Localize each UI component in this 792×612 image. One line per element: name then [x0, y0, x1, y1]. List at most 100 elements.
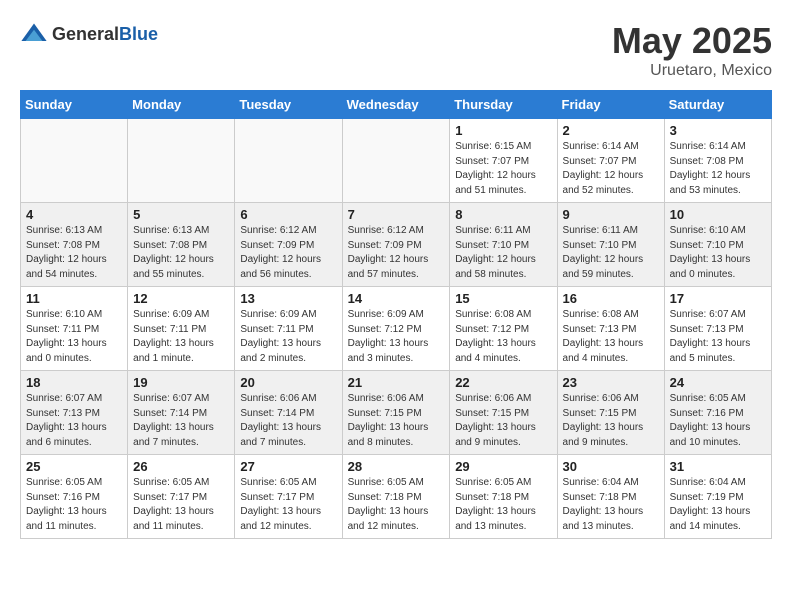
- day-number: 20: [240, 375, 336, 390]
- calendar-day-cell: 30Sunrise: 6:04 AM Sunset: 7:18 PM Dayli…: [557, 455, 664, 539]
- calendar-day-cell: [128, 119, 235, 203]
- weekday-header-friday: Friday: [557, 91, 664, 119]
- day-info: Sunrise: 6:10 AM Sunset: 7:11 PM Dayligh…: [26, 308, 122, 366]
- day-info: Sunrise: 6:09 AM Sunset: 7:11 PM Dayligh…: [133, 308, 229, 366]
- day-info: Sunrise: 6:05 AM Sunset: 7:16 PM Dayligh…: [26, 476, 122, 534]
- calendar-day-cell: 22 Sunrise: 6:06 AM Sunset: 7:15 PM Dayli…: [450, 371, 557, 455]
- calendar-day-cell: 31Sunrise: 6:04 AM Sunset: 7:19 PM Dayli…: [664, 455, 771, 539]
- day-info: Sunrise: 6:06 AM Sunset: 7:14 PM Dayligh…: [240, 392, 336, 450]
- day-info: Sunrise: 6:08 AM Sunset: 7:12 PM Dayligh…: [455, 308, 551, 366]
- day-info: Sunrise: 6:06 AM Sunset: 7:15 PM Dayligh…: [348, 392, 445, 450]
- day-info: Sunrise: 6:07 AM Sunset: 7:13 PM Dayligh…: [670, 308, 766, 366]
- calendar-day-cell: 19Sunrise: 6:07 AM Sunset: 7:14 PM Dayli…: [128, 371, 235, 455]
- day-number: 16: [563, 291, 659, 306]
- calendar-week-row: 18Sunrise: 6:07 AM Sunset: 7:13 PM Dayli…: [21, 371, 772, 455]
- day-number: 30: [563, 459, 659, 474]
- calendar-day-cell: 25 Sunrise: 6:05 AM Sunset: 7:16 PM Dayli…: [21, 455, 128, 539]
- day-info: Sunrise: 6:05 AM Sunset: 7:17 PM Dayligh…: [240, 476, 336, 534]
- day-info: Sunrise: 6:13 AM Sunset: 7:08 PM Dayligh…: [26, 224, 122, 282]
- calendar-day-cell: 17Sunrise: 6:07 AM Sunset: 7:13 PM Dayli…: [664, 287, 771, 371]
- calendar-week-row: 25 Sunrise: 6:05 AM Sunset: 7:16 PM Dayli…: [21, 455, 772, 539]
- calendar-day-cell: 16 Sunrise: 6:08 AM Sunset: 7:13 PM Dayli…: [557, 287, 664, 371]
- calendar-day-cell: 3Sunrise: 6:14 AM Sunset: 7:08 PM Daylig…: [664, 119, 771, 203]
- day-number: 1: [455, 123, 551, 138]
- day-info: Sunrise: 6:15 AM Sunset: 7:07 PM Dayligh…: [455, 140, 551, 198]
- day-number: 9: [563, 207, 659, 222]
- title-block: May 2025 Uruetaro, Mexico: [612, 20, 772, 80]
- day-number: 12: [133, 291, 229, 306]
- weekday-header-saturday: Saturday: [664, 91, 771, 119]
- calendar-day-cell: [21, 119, 128, 203]
- weekday-header-wednesday: Wednesday: [342, 91, 450, 119]
- weekday-header-thursday: Thursday: [450, 91, 557, 119]
- weekday-header-monday: Monday: [128, 91, 235, 119]
- calendar-day-cell: 9 Sunrise: 6:11 AM Sunset: 7:10 PM Daylig…: [557, 203, 664, 287]
- calendar-day-cell: 26 Sunrise: 6:05 AM Sunset: 7:17 PM Dayli…: [128, 455, 235, 539]
- calendar-day-cell: 24Sunrise: 6:05 AM Sunset: 7:16 PM Dayli…: [664, 371, 771, 455]
- day-number: 4: [26, 207, 122, 222]
- calendar-day-cell: 4 Sunrise: 6:13 AM Sunset: 7:08 PM Daylig…: [21, 203, 128, 287]
- calendar-day-cell: 8Sunrise: 6:11 AM Sunset: 7:10 PM Daylig…: [450, 203, 557, 287]
- calendar-day-cell: 14 Sunrise: 6:09 AM Sunset: 7:12 PM Dayli…: [342, 287, 450, 371]
- calendar-day-cell: 18Sunrise: 6:07 AM Sunset: 7:13 PM Dayli…: [21, 371, 128, 455]
- calendar-day-cell: 21 Sunrise: 6:06 AM Sunset: 7:15 PM Dayli…: [342, 371, 450, 455]
- calendar-day-cell: 7Sunrise: 6:12 AM Sunset: 7:09 PM Daylig…: [342, 203, 450, 287]
- calendar-day-cell: 20 Sunrise: 6:06 AM Sunset: 7:14 PM Dayli…: [235, 371, 342, 455]
- day-info: Sunrise: 6:05 AM Sunset: 7:18 PM Dayligh…: [348, 476, 445, 534]
- logo-icon: [20, 20, 48, 48]
- weekday-header-tuesday: Tuesday: [235, 91, 342, 119]
- day-number: 7: [348, 207, 445, 222]
- calendar-table: SundayMondayTuesdayWednesdayThursdayFrid…: [20, 90, 772, 539]
- calendar-day-cell: 15 Sunrise: 6:08 AM Sunset: 7:12 PM Dayli…: [450, 287, 557, 371]
- calendar-day-cell: 2 Sunrise: 6:14 AM Sunset: 7:07 PM Daylig…: [557, 119, 664, 203]
- day-info: Sunrise: 6:09 AM Sunset: 7:11 PM Dayligh…: [240, 308, 336, 366]
- calendar-day-cell: [235, 119, 342, 203]
- day-number: 28: [348, 459, 445, 474]
- day-number: 2: [563, 123, 659, 138]
- calendar-day-cell: 6 Sunrise: 6:12 AM Sunset: 7:09 PM Daylig…: [235, 203, 342, 287]
- calendar-day-cell: 29 Sunrise: 6:05 AM Sunset: 7:18 PM Dayli…: [450, 455, 557, 539]
- day-number: 31: [670, 459, 766, 474]
- day-number: 15: [455, 291, 551, 306]
- logo-blue: Blue: [119, 24, 158, 44]
- day-number: 22: [455, 375, 551, 390]
- day-number: 27: [240, 459, 336, 474]
- day-number: 24: [670, 375, 766, 390]
- location-title: Uruetaro, Mexico: [612, 62, 772, 80]
- calendar-day-cell: 1 Sunrise: 6:15 AM Sunset: 7:07 PM Daylig…: [450, 119, 557, 203]
- logo-general: General: [52, 24, 119, 44]
- day-info: Sunrise: 6:11 AM Sunset: 7:10 PM Dayligh…: [563, 224, 659, 282]
- day-info: Sunrise: 6:11 AM Sunset: 7:10 PM Dayligh…: [455, 224, 551, 282]
- day-number: 19: [133, 375, 229, 390]
- day-info: Sunrise: 6:06 AM Sunset: 7:15 PM Dayligh…: [455, 392, 551, 450]
- logo: GeneralBlue: [20, 20, 158, 48]
- calendar-day-cell: 10Sunrise: 6:10 AM Sunset: 7:10 PM Dayli…: [664, 203, 771, 287]
- day-number: 29: [455, 459, 551, 474]
- day-number: 23: [563, 375, 659, 390]
- day-info: Sunrise: 6:05 AM Sunset: 7:17 PM Dayligh…: [133, 476, 229, 534]
- day-number: 25: [26, 459, 122, 474]
- day-info: Sunrise: 6:05 AM Sunset: 7:18 PM Dayligh…: [455, 476, 551, 534]
- day-info: Sunrise: 6:07 AM Sunset: 7:13 PM Dayligh…: [26, 392, 122, 450]
- day-info: Sunrise: 6:14 AM Sunset: 7:08 PM Dayligh…: [670, 140, 766, 198]
- day-number: 13: [240, 291, 336, 306]
- weekday-header-row: SundayMondayTuesdayWednesdayThursdayFrid…: [21, 91, 772, 119]
- month-year-title: May 2025: [612, 20, 772, 62]
- day-number: 14: [348, 291, 445, 306]
- day-info: Sunrise: 6:12 AM Sunset: 7:09 PM Dayligh…: [240, 224, 336, 282]
- day-number: 11: [26, 291, 122, 306]
- day-info: Sunrise: 6:13 AM Sunset: 7:08 PM Dayligh…: [133, 224, 229, 282]
- calendar-day-cell: 23 Sunrise: 6:06 AM Sunset: 7:15 PM Dayli…: [557, 371, 664, 455]
- calendar-week-row: 11 Sunrise: 6:10 AM Sunset: 7:11 PM Dayli…: [21, 287, 772, 371]
- calendar-day-cell: 13 Sunrise: 6:09 AM Sunset: 7:11 PM Dayli…: [235, 287, 342, 371]
- day-number: 26: [133, 459, 229, 474]
- weekday-header-sunday: Sunday: [21, 91, 128, 119]
- day-info: Sunrise: 6:14 AM Sunset: 7:07 PM Dayligh…: [563, 140, 659, 198]
- day-info: Sunrise: 6:08 AM Sunset: 7:13 PM Dayligh…: [563, 308, 659, 366]
- day-info: Sunrise: 6:06 AM Sunset: 7:15 PM Dayligh…: [563, 392, 659, 450]
- day-info: Sunrise: 6:09 AM Sunset: 7:12 PM Dayligh…: [348, 308, 445, 366]
- calendar-day-cell: 11 Sunrise: 6:10 AM Sunset: 7:11 PM Dayli…: [21, 287, 128, 371]
- day-number: 6: [240, 207, 336, 222]
- page-header: GeneralBlue May 2025 Uruetaro, Mexico: [20, 20, 772, 80]
- day-number: 21: [348, 375, 445, 390]
